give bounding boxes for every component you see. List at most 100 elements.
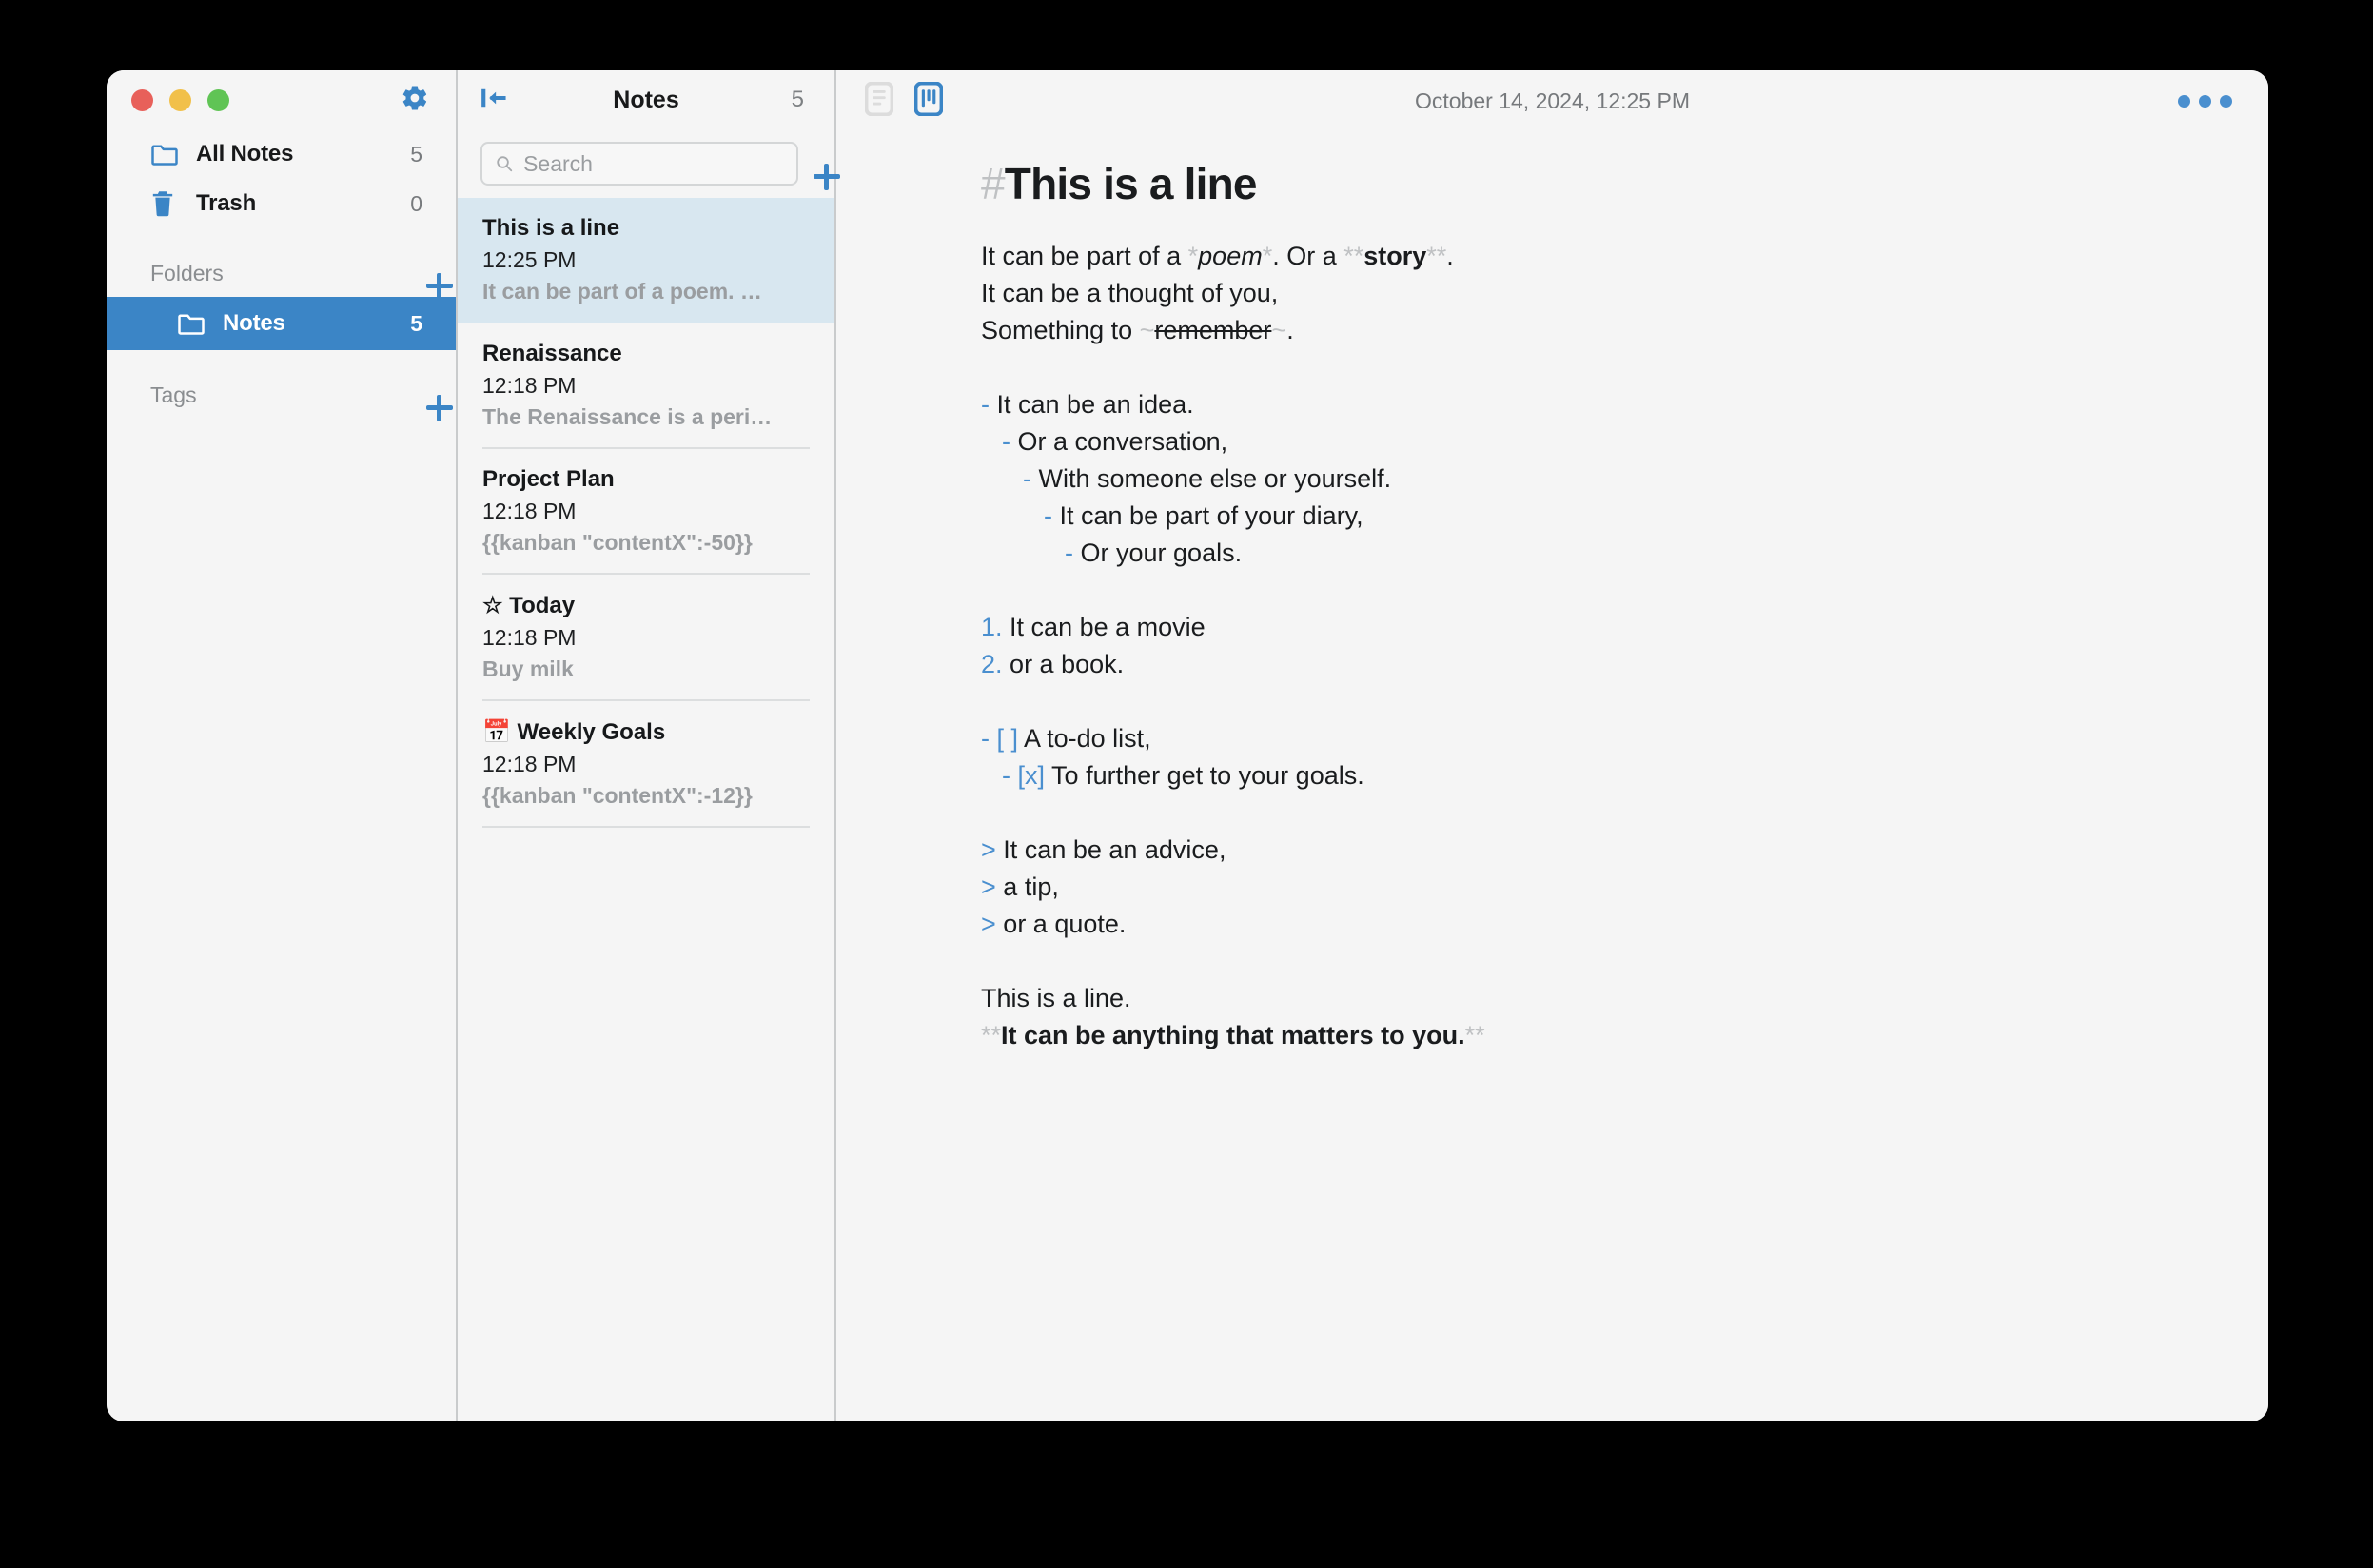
note-modified-date: October 14, 2024, 12:25 PM — [1415, 88, 1690, 113]
bold-run: story — [1363, 242, 1427, 270]
strikethrough-run: remember — [1154, 316, 1272, 344]
note-line-ordered: 2. or a book. — [981, 652, 2268, 689]
folder-icon — [177, 312, 209, 336]
more-options-button[interactable] — [2178, 94, 2232, 108]
tags-section-header: Tags — [107, 371, 456, 419]
note-title: ☆ Today — [482, 593, 576, 618]
list-item[interactable]: Renaissance 12:18 PM The Renaissance is … — [458, 323, 834, 449]
note-time: 12:25 PM — [482, 247, 577, 272]
text-run: a tip, — [1003, 872, 1059, 901]
divider — [482, 826, 810, 828]
note-time: 12:18 PM — [482, 752, 577, 776]
note-preview: {{kanban "contentX":-50}} — [482, 530, 753, 555]
note-line-ordered: 1. It can be a movie — [981, 615, 2268, 652]
note-line: Something to ~remember~. — [981, 318, 2268, 355]
folder-icon — [150, 143, 183, 167]
bullet-marker: - — [981, 390, 990, 419]
minimize-button[interactable] — [169, 88, 191, 111]
maximize-button[interactable] — [207, 88, 229, 111]
md-marker: ~ — [1271, 316, 1287, 344]
note-line-quote: > or a quote. — [981, 911, 2268, 949]
text-run: To further get to your goals. — [1051, 761, 1364, 790]
note-line-bullet: - Or a conversation, — [981, 429, 2268, 466]
note-line-quote: > a tip, — [981, 874, 2268, 911]
bullet-marker: - — [981, 724, 990, 753]
search-icon — [497, 156, 513, 172]
ordered-marker: 2. — [981, 650, 1003, 678]
note-heading: #This is a line — [981, 162, 2268, 206]
settings-button[interactable] — [401, 84, 429, 117]
note-preview: {{kanban "contentX":-12}} — [482, 783, 753, 808]
sidebar-item-count: 0 — [410, 190, 422, 216]
text-run: Or a conversation, — [1017, 427, 1228, 456]
tags-section-title: Tags — [150, 382, 197, 407]
note-line: It can be a thought of you, — [981, 281, 2268, 318]
notes-list-header: Notes 5 — [458, 70, 834, 129]
bullet-marker: - — [1065, 539, 1073, 567]
sidebar-item-all-notes[interactable]: All Notes 5 — [107, 129, 456, 179]
gear-icon — [402, 85, 427, 110]
traffic-lights — [131, 88, 229, 111]
text-run: Something to — [981, 316, 1140, 344]
sidebar-item-trash[interactable]: Trash 0 — [107, 179, 456, 228]
md-marker: ** — [981, 1021, 1002, 1049]
bullet-marker: - — [1044, 501, 1052, 530]
text-run: It can be an idea. — [996, 390, 1194, 419]
md-marker: ** — [1464, 1021, 1485, 1049]
note-preview: Buy milk — [482, 657, 574, 681]
folders-section-title: Folders — [150, 260, 224, 285]
note-line: It can be part of a *poem*. Or a **story… — [981, 244, 2268, 281]
text-run: A to-do list, — [1024, 724, 1151, 753]
note-preview: The Renaissance is a peri… — [482, 404, 773, 429]
note-line-quote: > It can be an advice, — [981, 837, 2268, 874]
note-line: **It can be anything that matters to you… — [981, 1023, 2268, 1060]
note-line-bullet: - With someone else or yourself. — [981, 466, 2268, 503]
list-item[interactable]: This is a line 12:25 PM It can be part o… — [458, 198, 834, 323]
list-item[interactable]: ☆ Today 12:18 PM Buy milk — [458, 575, 834, 701]
trash-icon — [150, 190, 183, 217]
ordered-marker: 1. — [981, 613, 1003, 641]
search-row — [458, 129, 834, 198]
note-line-bullet: - It can be part of your diary, — [981, 503, 2268, 540]
heading-marker: # — [981, 159, 1006, 208]
list-item[interactable]: 📅 Weekly Goals 12:18 PM {{kanban "conten… — [458, 701, 834, 828]
dot-icon — [2199, 94, 2211, 108]
note-line-todo: - [ ] A to-do list, — [981, 726, 2268, 763]
note-preview: It can be part of a poem. … — [482, 279, 762, 304]
note-time: 12:18 PM — [482, 373, 577, 398]
note-line: This is a line. — [981, 986, 2268, 1023]
note-content[interactable]: #This is a line It can be part of a *poe… — [836, 131, 2268, 1060]
text-run: It can be a thought of you, — [981, 279, 1279, 307]
md-marker: * — [1262, 242, 1273, 270]
note-time: 12:18 PM — [482, 499, 577, 523]
checkbox-marker[interactable]: [ ] — [997, 724, 1019, 753]
close-button[interactable] — [131, 88, 153, 111]
search-box[interactable] — [480, 142, 798, 186]
checkbox-marker[interactable]: [x] — [1018, 761, 1046, 790]
heading-text: This is a line — [1004, 159, 1258, 208]
dot-icon — [2220, 94, 2232, 108]
sidebar-item-notes-folder[interactable]: Notes 5 — [107, 297, 456, 350]
quote-marker: > — [981, 910, 996, 938]
note-title: Renaissance — [482, 341, 622, 366]
md-marker: * — [1187, 242, 1199, 270]
app-window: All Notes 5 Trash 0 Folders Notes 5 Tags… — [107, 70, 2268, 1421]
list-item[interactable]: Project Plan 12:18 PM {{kanban "contentX… — [458, 449, 834, 575]
sidebar-item-count: 5 — [410, 141, 422, 167]
md-marker: ** — [1343, 242, 1364, 270]
search-input[interactable] — [523, 150, 783, 177]
editor-toolbar: October 14, 2024, 12:25 PM — [836, 70, 2268, 131]
text-run: . — [1286, 316, 1294, 344]
md-marker: ** — [1426, 242, 1447, 270]
text-run: It can be an advice, — [1003, 835, 1226, 864]
folder-count: 5 — [410, 310, 422, 336]
text-run: or a book. — [1010, 650, 1125, 678]
bullet-marker: - — [1002, 761, 1010, 790]
note-title: This is a line — [482, 215, 620, 241]
bold-run: It can be anything that matters to you. — [1001, 1021, 1465, 1049]
text-run: This is a line. — [981, 984, 1131, 1012]
